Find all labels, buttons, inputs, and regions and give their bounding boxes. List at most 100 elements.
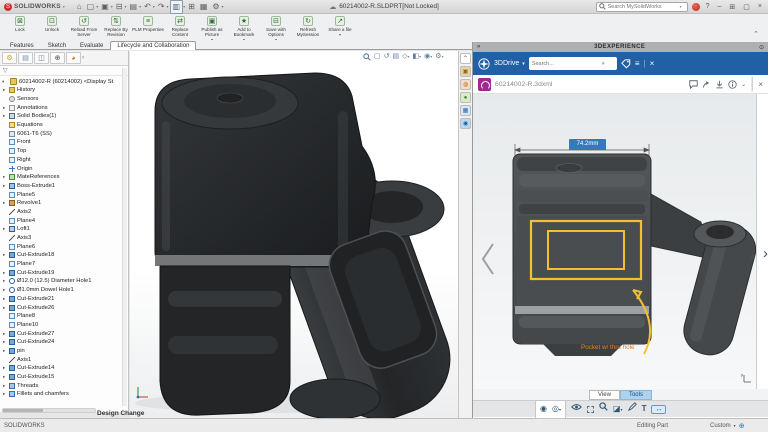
ribbon-button-unlock[interactable]: ⊡ Unlock: [36, 15, 68, 40]
dropdown-icon[interactable]: ▾: [139, 4, 141, 9]
dropdown-icon[interactable]: ▾: [222, 4, 224, 9]
ribbon-button-refresh-mysession[interactable]: ↻ Refresh MySession: [292, 15, 324, 40]
options-icon[interactable]: ⚙: [210, 1, 221, 13]
app-selector[interactable]: 3DDrive ▾: [494, 60, 525, 67]
solidworks-resources-icon[interactable]: [691, 2, 700, 11]
orbit-icon[interactable]: ◉: [540, 402, 547, 417]
tab-sketch[interactable]: Sketch: [41, 41, 73, 50]
next-chevron[interactable]: ›: [763, 246, 768, 261]
panel-search-input[interactable]: [531, 60, 602, 67]
open-icon[interactable]: ▣: [99, 1, 111, 13]
config-selector[interactable]: Custom ▾ ⊕: [710, 422, 745, 430]
search-input[interactable]: [607, 3, 678, 10]
tree-item-cut-extrude26[interactable]: ▸ Cut-Extrude26: [0, 303, 128, 312]
part-3d-model[interactable]: [130, 51, 458, 418]
doc-close-icon[interactable]: ×: [758, 80, 763, 89]
panel-search-dropdown-icon[interactable]: ▾: [602, 61, 605, 67]
select-icon[interactable]: ▥: [169, 0, 184, 14]
tree-item-1-0mm-dowel-hole1[interactable]: ▸ Ø1.0mm Dowel Hole1: [0, 286, 128, 295]
sheet-icon[interactable]: ▦: [198, 1, 210, 13]
panel-search-box[interactable]: ▾: [528, 57, 617, 70]
tree-item-revolve1[interactable]: ▸ Revolve1: [0, 199, 128, 208]
display-style-icon[interactable]: ◧▾: [413, 52, 422, 61]
new-document-icon[interactable]: ▢: [85, 1, 97, 13]
tag-icon[interactable]: [620, 58, 631, 69]
view-palette-icon[interactable]: ▦: [460, 105, 471, 116]
panel-close-icon[interactable]: ×: [650, 59, 655, 68]
print-icon[interactable]: ▤: [128, 1, 140, 13]
ribbon-button-replace-by-revision[interactable]: ⇅ Replace By Revision: [100, 15, 132, 40]
tree-item-axis2[interactable]: Axis2: [0, 208, 128, 217]
ribbon-button-plm-properties[interactable]: ≡ PLM Properties: [132, 15, 164, 40]
attach-icon[interactable]: ⊞: [186, 1, 197, 13]
tree-item-loft1[interactable]: ▸ Loft1: [0, 225, 128, 234]
panel-viewer[interactable]: 74.2mm Pocket w/ thru hole › ↺ y: [473, 94, 768, 389]
panel-tab-view[interactable]: View: [589, 389, 620, 400]
panel-collapse-icon[interactable]: ⌃: [753, 30, 759, 38]
tree-item-cut-extrude24[interactable]: ▸ Cut-Extrude24: [0, 338, 128, 347]
tree-item-cut-extrude21[interactable]: ▸ Cut-Extrude21: [0, 295, 128, 304]
panel-options-icon[interactable]: ⊙: [759, 44, 764, 51]
visibility-eye-icon[interactable]: [571, 402, 582, 416]
tree-item-plane6[interactable]: Plane6: [0, 242, 128, 251]
tree-item-cut-extrude19[interactable]: ▸ Cut-Extrude19: [0, 268, 128, 277]
select-area-icon[interactable]: [586, 405, 594, 413]
dimxpert-tab-icon[interactable]: ⊕: [50, 52, 65, 64]
tree-item-right[interactable]: Right: [0, 156, 128, 165]
measure-tool-icon[interactable]: ↔: [651, 404, 667, 414]
comment-icon[interactable]: [689, 79, 698, 89]
tree-item-origin[interactable]: Origin: [0, 164, 128, 173]
home-icon[interactable]: ⌂: [75, 1, 84, 13]
maximize-button[interactable]: ▢: [741, 3, 752, 11]
ribbon-button-reload-from-server[interactable]: ↺ Reload From Server: [68, 15, 100, 40]
expand-icon[interactable]: ▾: [2, 79, 8, 85]
tree-item-axis1[interactable]: Axis1: [0, 355, 128, 364]
file-explorer-icon[interactable]: ●: [460, 92, 471, 103]
tree-item-front[interactable]: Front: [0, 138, 128, 147]
configurationmanager-tab-icon[interactable]: ◫: [34, 52, 49, 64]
help-button[interactable]: ?: [704, 3, 712, 10]
close-button[interactable]: ×: [756, 3, 764, 10]
share-icon[interactable]: [702, 80, 711, 89]
logo-dropdown-icon[interactable]: ▾: [63, 4, 65, 9]
ribbon-button-save-with-options[interactable]: ⊟Save with Options▾: [260, 15, 292, 42]
zoom-fit-icon[interactable]: [363, 52, 371, 61]
dropdown-icon[interactable]: ▾: [183, 4, 185, 9]
text-tool-icon[interactable]: T: [642, 402, 647, 416]
design-library-icon[interactable]: ▣: [460, 66, 471, 77]
dropdown-icon[interactable]: ▾: [111, 4, 113, 9]
ribbon-button-lock[interactable]: ⊠ Lock: [4, 15, 36, 40]
tree-item-pin[interactable]: ▸ pin: [0, 347, 128, 356]
tab-lifecycle-and-collaboration[interactable]: Lifecycle and Collaboration: [110, 41, 197, 50]
tree-root[interactable]: ▾ 60214002-R (60214002) <Display St: [0, 76, 128, 86]
pan-comment-icon[interactable]: ◎▾: [552, 402, 561, 417]
tree-item-equations[interactable]: Equations: [0, 121, 128, 130]
globe-icon[interactable]: ⊕: [739, 422, 745, 430]
ribbon-button-publish-as-picture[interactable]: ▣Publish as Picture▾: [196, 15, 228, 42]
tree-item-fillets-and-chamfers[interactable]: ▸ Fillets and chamfers: [0, 390, 128, 399]
redo-icon[interactable]: ↷: [156, 1, 167, 13]
tree-item-plane4[interactable]: Plane4: [0, 216, 128, 225]
featuremanager-tab-icon[interactable]: ⚙: [2, 52, 17, 64]
3dexperience-marketplace-icon[interactable]: ◍: [460, 79, 471, 90]
tab-features[interactable]: Features: [3, 41, 41, 50]
propertymanager-tab-icon[interactable]: ▤: [18, 52, 33, 64]
zoom-tool-icon[interactable]: [599, 402, 608, 416]
doc-expand-icon[interactable]: ⌄: [741, 81, 746, 88]
panel-menu-icon[interactable]: ≡: [635, 59, 640, 68]
tree-item-axis3[interactable]: Axis3: [0, 234, 128, 243]
dropdown-icon[interactable]: ▾: [324, 32, 356, 37]
info-icon[interactable]: [728, 79, 737, 89]
download-icon[interactable]: [715, 80, 724, 89]
restore-button[interactable]: ⊞: [727, 3, 737, 11]
save-icon[interactable]: ⊟: [114, 1, 125, 13]
more-tabs-icon[interactable]: ›: [82, 55, 84, 61]
ribbon-button-add-to-bookmark[interactable]: ★Add to Bookmark▾: [228, 15, 260, 42]
hide-show-icon[interactable]: ◉▾: [424, 52, 432, 61]
ribbon-button-replace-content[interactable]: ⇄ Replace Content: [164, 15, 196, 40]
search-box[interactable]: ▾: [595, 1, 688, 12]
previous-view-chevron[interactable]: [481, 243, 494, 275]
dropdown-icon[interactable]: ▾: [125, 4, 127, 9]
tree-item-solid-bodies-1[interactable]: ▸ Solid Bodies(1): [0, 112, 128, 121]
dimension-label[interactable]: 74.2mm: [569, 139, 606, 150]
